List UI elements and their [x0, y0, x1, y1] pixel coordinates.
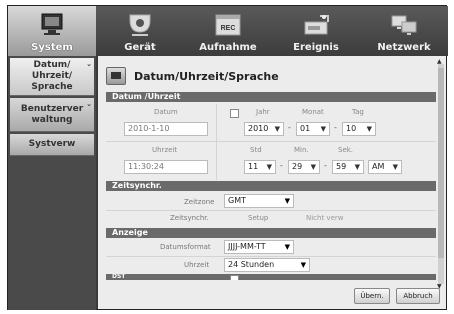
row-divider [106, 141, 436, 142]
chevron-down-icon: ▼ [310, 163, 316, 171]
sek-select[interactable]: 59 ▼ [332, 160, 364, 174]
chevron-down-icon: ▼ [284, 243, 290, 251]
chevron-down-icon: ▼ [354, 163, 360, 171]
zeitsynchr-label: Zeitsynchr. [170, 214, 209, 222]
tab-label: System [31, 42, 73, 53]
datumsformat-value: JJJJ-MM-TT [228, 242, 266, 251]
tab-system[interactable]: System [8, 6, 96, 56]
scroll-up-icon[interactable]: ▲ [437, 58, 442, 65]
chevron-down-icon: ▼ [266, 163, 272, 171]
datumsformat-label: Datumsformat [160, 243, 211, 251]
ampm-value: AM [372, 162, 385, 171]
tag-select[interactable]: 10 ▼ [342, 122, 376, 136]
uhrzeit-field: 11:30:24 [124, 160, 208, 174]
top-navigation: System Gerät REC Aufnahme Ereignis Netzw… [8, 6, 448, 56]
sidebar-item-benutzerverwaltung[interactable]: Benutzerver waltung ⌄ [10, 98, 94, 132]
uhrzeitformat-select[interactable]: 24 Stunden ▼ [224, 258, 310, 272]
min-select[interactable]: 29 ▼ [288, 160, 320, 174]
tab-label: Gerät [124, 42, 156, 53]
std-value: 11 [248, 162, 259, 171]
min-value: 29 [292, 162, 303, 171]
sek-value: 59 [336, 162, 347, 171]
rec-icon: REC [212, 12, 244, 38]
chevron-down-icon: ▼ [366, 125, 372, 133]
section-header-datum-uhrzeit: Datum /Uhrzeit [106, 92, 436, 102]
setup-button[interactable]: Setup [248, 214, 268, 222]
row-divider [106, 256, 436, 257]
sidebar-item-datum-uhrzeit-sprache[interactable]: Datum/ Uhrzeit/ Sprache ⌄ [10, 58, 94, 96]
chevron-down-icon: ▼ [300, 261, 306, 269]
min-label: Min. [294, 146, 309, 154]
expand-chevron-icon: ⌄ [86, 100, 92, 108]
section-header-anzeige: Anzeige [106, 228, 436, 238]
tag-value: 10 [346, 124, 357, 133]
sidebar: Datum/ Uhrzeit/ Sprache ⌄ Benutzerver wa… [8, 56, 96, 310]
separator-dash: - [280, 161, 283, 170]
monat-label: Monat [302, 108, 324, 116]
dst-checkbox[interactable] [230, 275, 239, 280]
ampm-select[interactable]: AM ▼ [368, 160, 402, 174]
chevron-down-icon: ▼ [320, 125, 326, 133]
sync-status-text: Nicht verw [306, 214, 344, 222]
network-icon [388, 12, 420, 38]
jahr-value: 2010 [248, 124, 269, 133]
chevron-down-icon: ▼ [274, 125, 280, 133]
expand-chevron-icon: ⌄ [86, 60, 92, 68]
tag-label: Tag [352, 108, 364, 116]
datumsformat-select[interactable]: JJJJ-MM-TT ▼ [224, 240, 294, 254]
dvr-settings-window: System Gerät REC Aufnahme Ereignis Netzw… [7, 5, 448, 310]
monitor-icon [36, 12, 68, 38]
datum-field: 2010-1-10 [124, 122, 208, 136]
jahr-select[interactable]: 2010 ▼ [244, 122, 284, 136]
tab-aufnahme[interactable]: REC Aufnahme [184, 6, 272, 56]
cancel-button[interactable]: Abbruch [396, 288, 440, 304]
sidebar-item-label: Benutzerver waltung [20, 103, 84, 125]
uhrzeit-label: Uhrzeit [152, 146, 178, 154]
svg-text:REC: REC [221, 25, 236, 32]
vertical-scrollbar[interactable]: ▲ ▼ [437, 58, 444, 290]
tab-netzwerk[interactable]: Netzwerk [360, 6, 448, 56]
tab-geraet[interactable]: Gerät [96, 6, 184, 56]
scrollbar-thumb[interactable] [438, 68, 444, 258]
zeitzone-value: GMT [228, 196, 246, 205]
zeitzone-select[interactable]: GMT ▼ [224, 194, 294, 208]
apply-button[interactable]: Übern. [354, 288, 390, 304]
zeitzone-label: Zeitzone [184, 198, 215, 206]
datum-label: Datum [154, 108, 178, 116]
std-select[interactable]: 11 ▼ [244, 160, 276, 174]
section-header-zeitsynchr: Zeitsynchr. [106, 181, 436, 191]
tab-label: Aufnahme [199, 42, 257, 53]
section-header-dst: DST [106, 274, 436, 280]
monat-select[interactable]: 01 ▼ [296, 122, 330, 136]
sidebar-item-systverw[interactable]: Systverw [10, 134, 94, 156]
uhrzeitformat-value: 24 Stunden [228, 260, 275, 269]
chevron-down-icon: ▼ [284, 197, 290, 205]
hdd-icon [300, 12, 332, 38]
divider [216, 104, 217, 180]
sidebar-item-label: Systverw [28, 139, 76, 149]
camera-icon [124, 12, 156, 38]
row-divider [106, 210, 436, 211]
separator-dash: - [334, 123, 337, 132]
uhrzeitformat-label: Uhrzeit [184, 261, 210, 269]
separator-dash: - [288, 123, 291, 132]
tab-label: Ereignis [293, 42, 339, 53]
jahr-label: Jahr [256, 108, 270, 116]
chevron-down-icon: ▼ [392, 163, 398, 171]
tab-label: Netzwerk [377, 42, 431, 53]
std-label: Std [250, 146, 262, 154]
page-title: Datum/Uhrzeit/Sprache [134, 69, 279, 83]
monat-value: 01 [300, 124, 311, 133]
tab-ereignis[interactable]: Ereignis [272, 6, 360, 56]
monitor-icon [106, 67, 126, 85]
separator-dash: - [324, 161, 327, 170]
sidebar-item-label: Datum/ Uhrzeit/ Sprache [31, 60, 73, 92]
sek-label: Sek. [338, 146, 354, 154]
settings-panel: Datum/Uhrzeit/Sprache ▲ ▼ Datum /Uhrzeit… [98, 56, 446, 309]
panel-header: Datum/Uhrzeit/Sprache [106, 64, 279, 88]
date-manual-checkbox[interactable] [230, 109, 239, 118]
